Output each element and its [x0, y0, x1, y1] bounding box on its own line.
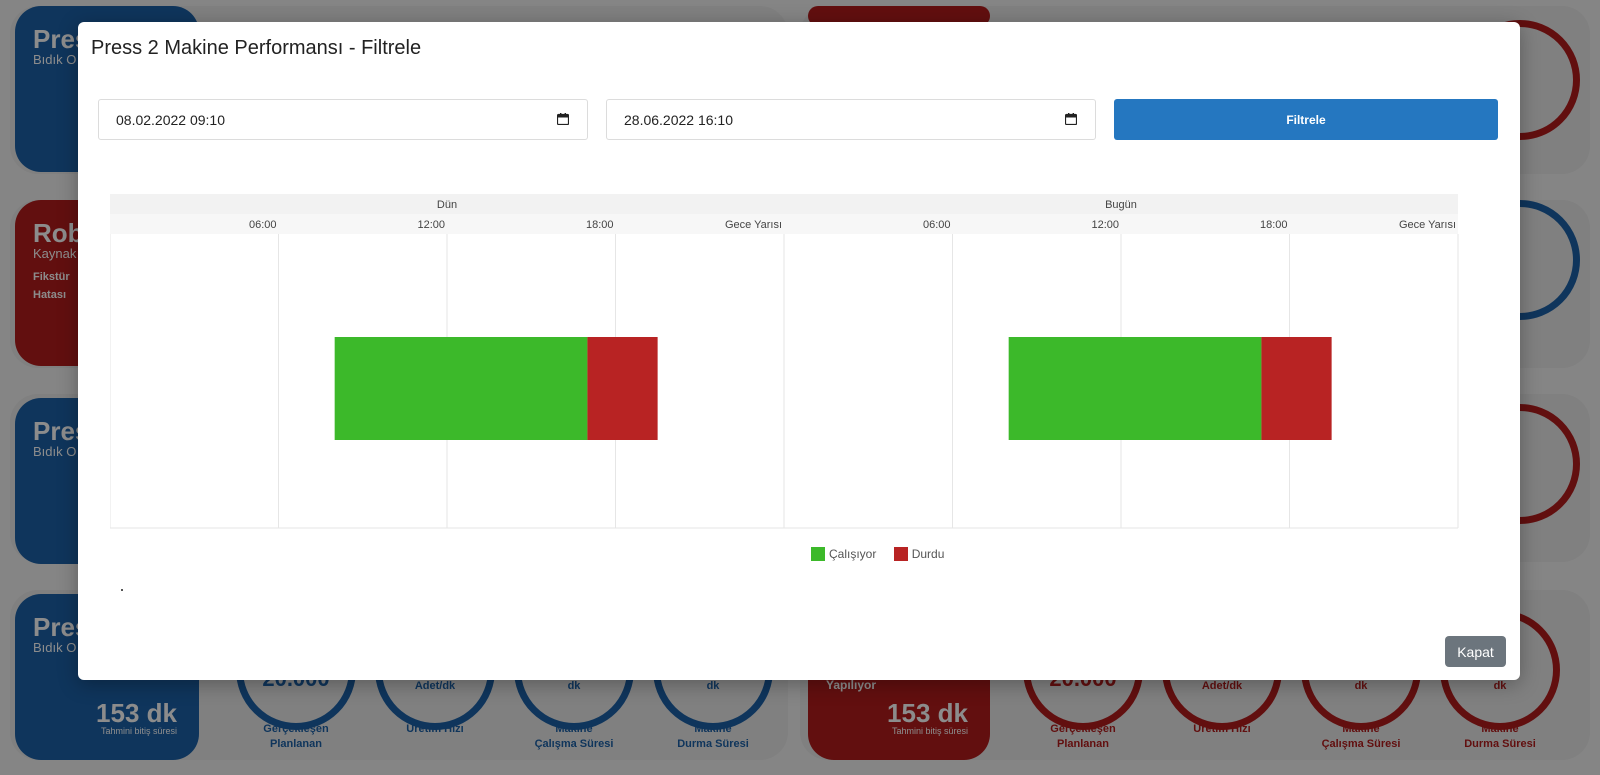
header-band-days — [110, 194, 1458, 214]
header-band-hours — [110, 214, 1458, 234]
calendar-icon[interactable] — [557, 113, 569, 125]
end-date-input[interactable]: 28.06.2022 16:10 — [606, 99, 1096, 140]
tick-label: 12:00 — [1091, 219, 1119, 231]
legend-swatch — [811, 547, 825, 561]
stopped-segment — [587, 337, 658, 440]
machine-timeline-chart: Dün 06:00 12:00 18:00 Gece Yarısı Bugün 06:00 1… — [110, 194, 1459, 529]
stopped-segment — [1261, 337, 1332, 440]
day-header-label: Bugün — [1105, 199, 1137, 211]
close-button[interactable]: Kapat — [1445, 636, 1506, 667]
legend-label: Çalışıyor — [829, 547, 877, 561]
chart-bars — [334, 337, 1332, 440]
tick-label: 12:00 — [417, 219, 445, 231]
start-date-value: 08.02.2022 09:10 — [116, 112, 225, 128]
end-date-value: 28.06.2022 16:10 — [624, 112, 733, 128]
chart-header: Dün 06:00 12:00 18:00 Gece Yarısı Bugün 06:00 1… — [110, 194, 1458, 234]
legend-item-running[interactable]: Çalışıyor — [811, 547, 876, 561]
dot-marker — [121, 589, 123, 591]
tick-label: Gece Yarısı — [725, 219, 782, 231]
filter-button[interactable]: Filtrele — [1114, 99, 1498, 140]
tick-label: Gece Yarısı — [1399, 219, 1456, 231]
tick-label: 06:00 — [923, 219, 951, 231]
day-header-label: Dün — [437, 199, 457, 211]
running-segment — [334, 337, 588, 440]
legend-item-stopped[interactable]: Durdu — [893, 547, 945, 561]
legend-label: Durdu — [911, 547, 945, 561]
legend-swatch — [893, 547, 908, 561]
chart-legend: Çalışıyor Durdu — [811, 547, 958, 561]
calendar-icon[interactable] — [1065, 113, 1077, 125]
tick-label: 18:00 — [586, 219, 614, 231]
modal-title: Press 2 Makine Performansı - Filtrele — [91, 37, 422, 59]
tick-label: 06:00 — [249, 219, 277, 231]
running-segment — [1008, 337, 1262, 440]
performance-filter-modal: Press 2 Makine Performansı - Filtrele 08… — [78, 22, 1520, 680]
start-date-input[interactable]: 08.02.2022 09:10 — [98, 99, 588, 140]
tick-label: 18:00 — [1260, 219, 1288, 231]
